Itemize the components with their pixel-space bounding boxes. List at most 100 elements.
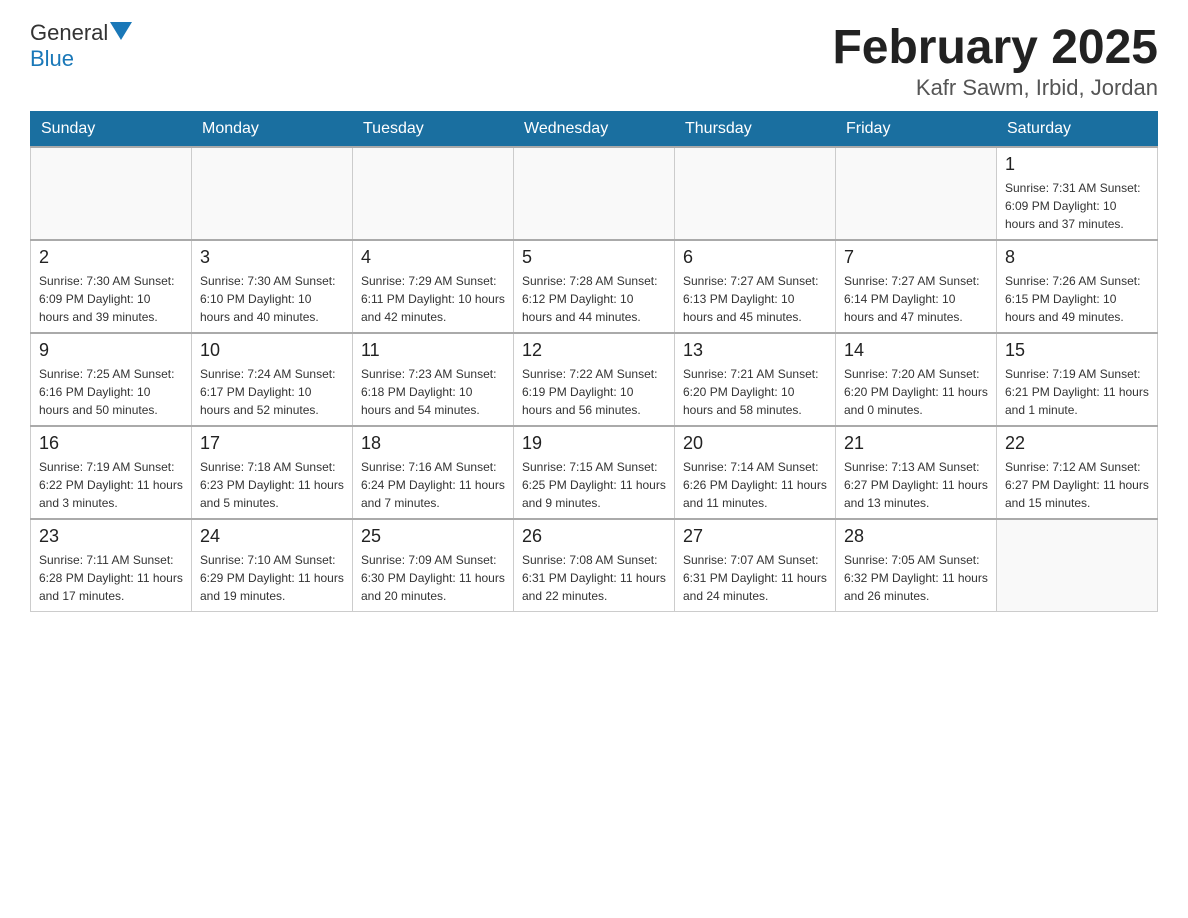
calendar-day-cell: 13Sunrise: 7:21 AM Sunset: 6:20 PM Dayli… (675, 333, 836, 426)
day-header-friday: Friday (836, 112, 997, 148)
calendar-day-cell: 22 Sunrise: 7:12 AM Sunset: 6:27 PM Dayli… (997, 426, 1158, 519)
calendar-header-row: SundayMondayTuesdayWednesdayThursdayFrid… (31, 112, 1158, 148)
day-info: Sunrise: 7:13 AM Sunset: 6:27 PM Dayligh… (844, 458, 988, 512)
calendar-day-cell: 3 Sunrise: 7:30 AM Sunset: 6:10 PM Daylig… (192, 240, 353, 333)
day-info: Sunrise: 7:11 AM Sunset: 6:28 PM Dayligh… (39, 551, 183, 605)
day-number: 9 (39, 340, 183, 361)
calendar-day-cell: 8Sunrise: 7:26 AM Sunset: 6:15 PM Daylig… (997, 240, 1158, 333)
calendar-day-cell: 26 Sunrise: 7:08 AM Sunset: 6:31 PM Dayli… (514, 519, 675, 612)
calendar-day-cell: 1 Sunrise: 7:31 AM Sunset: 6:09 PM Daylig… (997, 147, 1158, 240)
day-header-sunday: Sunday (31, 112, 192, 148)
calendar-day-cell: 23 Sunrise: 7:11 AM Sunset: 6:28 PM Dayli… (31, 519, 192, 612)
day-info: Sunrise: 7:08 AM Sunset: 6:31 PM Dayligh… (522, 551, 666, 605)
day-header-saturday: Saturday (997, 112, 1158, 148)
calendar-day-cell (836, 147, 997, 240)
day-number: 1 (1005, 154, 1149, 175)
day-info: Sunrise: 7:27 AM Sunset: 6:13 PM Dayligh… (683, 272, 827, 326)
day-info: Sunrise: 7:19 AM Sunset: 6:21 PM Dayligh… (1005, 365, 1149, 419)
day-number: 7 (844, 247, 988, 268)
calendar-day-cell: 14 Sunrise: 7:20 AM Sunset: 6:20 PM Dayli… (836, 333, 997, 426)
day-number: 20 (683, 433, 827, 454)
day-info: Sunrise: 7:30 AM Sunset: 6:09 PM Dayligh… (39, 272, 183, 326)
day-info: Sunrise: 7:16 AM Sunset: 6:24 PM Dayligh… (361, 458, 505, 512)
day-info: Sunrise: 7:05 AM Sunset: 6:32 PM Dayligh… (844, 551, 988, 605)
day-header-tuesday: Tuesday (353, 112, 514, 148)
calendar-day-cell: 2Sunrise: 7:30 AM Sunset: 6:09 PM Daylig… (31, 240, 192, 333)
day-number: 27 (683, 526, 827, 547)
day-info: Sunrise: 7:19 AM Sunset: 6:22 PM Dayligh… (39, 458, 183, 512)
day-info: Sunrise: 7:07 AM Sunset: 6:31 PM Dayligh… (683, 551, 827, 605)
calendar-day-cell: 10Sunrise: 7:24 AM Sunset: 6:17 PM Dayli… (192, 333, 353, 426)
calendar-day-cell: 21Sunrise: 7:13 AM Sunset: 6:27 PM Dayli… (836, 426, 997, 519)
day-info: Sunrise: 7:25 AM Sunset: 6:16 PM Dayligh… (39, 365, 183, 419)
calendar-day-cell (514, 147, 675, 240)
calendar-day-cell: 6 Sunrise: 7:27 AM Sunset: 6:13 PM Daylig… (675, 240, 836, 333)
day-info: Sunrise: 7:14 AM Sunset: 6:26 PM Dayligh… (683, 458, 827, 512)
page-subtitle: Kafr Sawm, Irbid, Jordan (832, 75, 1158, 101)
calendar-day-cell: 27 Sunrise: 7:07 AM Sunset: 6:31 PM Dayli… (675, 519, 836, 612)
day-number: 25 (361, 526, 505, 547)
calendar-day-cell: 16 Sunrise: 7:19 AM Sunset: 6:22 PM Dayli… (31, 426, 192, 519)
calendar-week-row: 16 Sunrise: 7:19 AM Sunset: 6:22 PM Dayli… (31, 426, 1158, 519)
calendar-day-cell (997, 519, 1158, 612)
calendar-week-row: 1 Sunrise: 7:31 AM Sunset: 6:09 PM Daylig… (31, 147, 1158, 240)
day-number: 12 (522, 340, 666, 361)
day-number: 4 (361, 247, 505, 268)
calendar-day-cell: 4 Sunrise: 7:29 AM Sunset: 6:11 PM Daylig… (353, 240, 514, 333)
day-number: 14 (844, 340, 988, 361)
logo: General Blue (30, 20, 132, 72)
day-info: Sunrise: 7:29 AM Sunset: 6:11 PM Dayligh… (361, 272, 505, 326)
day-number: 3 (200, 247, 344, 268)
calendar-day-cell (192, 147, 353, 240)
calendar-day-cell: 24 Sunrise: 7:10 AM Sunset: 6:29 PM Dayli… (192, 519, 353, 612)
day-number: 10 (200, 340, 344, 361)
day-number: 26 (522, 526, 666, 547)
calendar-day-cell (675, 147, 836, 240)
calendar-week-row: 2Sunrise: 7:30 AM Sunset: 6:09 PM Daylig… (31, 240, 1158, 333)
calendar-day-cell: 20 Sunrise: 7:14 AM Sunset: 6:26 PM Dayli… (675, 426, 836, 519)
calendar-day-cell: 9 Sunrise: 7:25 AM Sunset: 6:16 PM Daylig… (31, 333, 192, 426)
calendar-day-cell: 12Sunrise: 7:22 AM Sunset: 6:19 PM Dayli… (514, 333, 675, 426)
day-info: Sunrise: 7:12 AM Sunset: 6:27 PM Dayligh… (1005, 458, 1149, 512)
day-number: 23 (39, 526, 183, 547)
calendar-day-cell: 25 Sunrise: 7:09 AM Sunset: 6:30 PM Dayli… (353, 519, 514, 612)
day-number: 15 (1005, 340, 1149, 361)
calendar-day-cell (31, 147, 192, 240)
calendar-day-cell: 19 Sunrise: 7:15 AM Sunset: 6:25 PM Dayli… (514, 426, 675, 519)
calendar-day-cell: 11 Sunrise: 7:23 AM Sunset: 6:18 PM Dayli… (353, 333, 514, 426)
day-number: 28 (844, 526, 988, 547)
day-number: 22 (1005, 433, 1149, 454)
calendar-day-cell: 17Sunrise: 7:18 AM Sunset: 6:23 PM Dayli… (192, 426, 353, 519)
day-number: 24 (200, 526, 344, 547)
day-info: Sunrise: 7:30 AM Sunset: 6:10 PM Dayligh… (200, 272, 344, 326)
day-number: 17 (200, 433, 344, 454)
day-number: 11 (361, 340, 505, 361)
logo-arrow-icon (110, 22, 132, 40)
day-info: Sunrise: 7:20 AM Sunset: 6:20 PM Dayligh… (844, 365, 988, 419)
calendar-day-cell: 5Sunrise: 7:28 AM Sunset: 6:12 PM Daylig… (514, 240, 675, 333)
day-info: Sunrise: 7:31 AM Sunset: 6:09 PM Dayligh… (1005, 179, 1149, 233)
day-number: 5 (522, 247, 666, 268)
page-title: February 2025 (832, 20, 1158, 75)
day-number: 16 (39, 433, 183, 454)
day-number: 19 (522, 433, 666, 454)
title-block: February 2025 Kafr Sawm, Irbid, Jordan (832, 20, 1158, 101)
day-info: Sunrise: 7:27 AM Sunset: 6:14 PM Dayligh… (844, 272, 988, 326)
logo-text-blue: Blue (30, 46, 74, 71)
calendar-week-row: 9 Sunrise: 7:25 AM Sunset: 6:16 PM Daylig… (31, 333, 1158, 426)
day-number: 8 (1005, 247, 1149, 268)
day-header-wednesday: Wednesday (514, 112, 675, 148)
day-info: Sunrise: 7:15 AM Sunset: 6:25 PM Dayligh… (522, 458, 666, 512)
day-info: Sunrise: 7:09 AM Sunset: 6:30 PM Dayligh… (361, 551, 505, 605)
calendar-day-cell: 7 Sunrise: 7:27 AM Sunset: 6:14 PM Daylig… (836, 240, 997, 333)
day-number: 13 (683, 340, 827, 361)
page-header: General Blue February 2025 Kafr Sawm, Ir… (30, 20, 1158, 101)
day-number: 6 (683, 247, 827, 268)
day-number: 18 (361, 433, 505, 454)
day-header-monday: Monday (192, 112, 353, 148)
calendar-day-cell (353, 147, 514, 240)
day-info: Sunrise: 7:23 AM Sunset: 6:18 PM Dayligh… (361, 365, 505, 419)
calendar-day-cell: 28 Sunrise: 7:05 AM Sunset: 6:32 PM Dayli… (836, 519, 997, 612)
logo-text-general: General (30, 20, 108, 46)
day-info: Sunrise: 7:10 AM Sunset: 6:29 PM Dayligh… (200, 551, 344, 605)
